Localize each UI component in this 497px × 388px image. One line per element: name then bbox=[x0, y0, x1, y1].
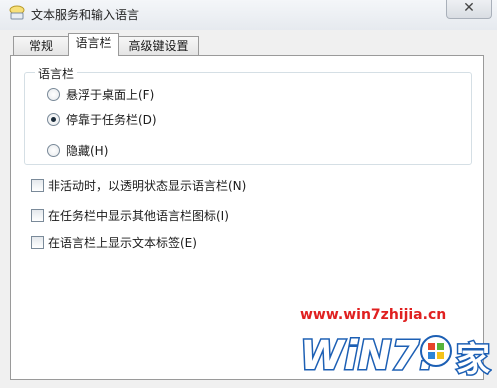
close-icon: ✕ bbox=[463, 0, 475, 16]
watermark-url: www.win7zhijia.cn bbox=[300, 307, 447, 323]
tab-label: 语言栏 bbox=[75, 36, 112, 50]
checkbox-label: 非活动时，以透明状态显示语言栏(N) bbox=[48, 179, 247, 193]
checkbox[interactable] bbox=[31, 179, 44, 192]
tab-label: 高级键设置 bbox=[128, 39, 189, 53]
group-legend: 语言栏 bbox=[35, 65, 78, 82]
checkbox[interactable] bbox=[31, 236, 44, 249]
radio-button[interactable] bbox=[47, 88, 60, 101]
radio-label: 隐藏(H) bbox=[66, 144, 109, 158]
checkbox[interactable] bbox=[31, 209, 44, 222]
keyboard-app-icon bbox=[8, 5, 26, 21]
radio-button[interactable] bbox=[47, 144, 60, 157]
title-bar: 文本服务和输入语言 ✕ bbox=[0, 0, 497, 30]
radio-label: 停靠于任务栏(D) bbox=[66, 113, 157, 127]
windows-flag-icon bbox=[420, 335, 452, 367]
close-button[interactable]: ✕ bbox=[446, 0, 492, 19]
window-title: 文本服务和输入语言 bbox=[31, 8, 140, 22]
watermark-logo: WiN7. 家 bbox=[296, 325, 492, 383]
watermark-logo-text: WiN7. bbox=[300, 333, 434, 379]
tab-general[interactable]: 常规 bbox=[13, 36, 69, 56]
radio-label: 悬浮于桌面上(F) bbox=[66, 88, 155, 102]
watermark-logo-char: 家 bbox=[456, 340, 490, 380]
tab-label: 常规 bbox=[28, 39, 53, 53]
tab-advanced-key-settings[interactable]: 高级键设置 bbox=[118, 36, 199, 56]
tab-language-bar[interactable]: 语言栏 bbox=[68, 33, 119, 56]
checkbox-label: 在语言栏上显示文本标签(E) bbox=[48, 236, 197, 250]
checkbox-label: 在任务栏中显示其他语言栏图标(I) bbox=[48, 209, 229, 223]
radio-button[interactable] bbox=[47, 113, 60, 126]
